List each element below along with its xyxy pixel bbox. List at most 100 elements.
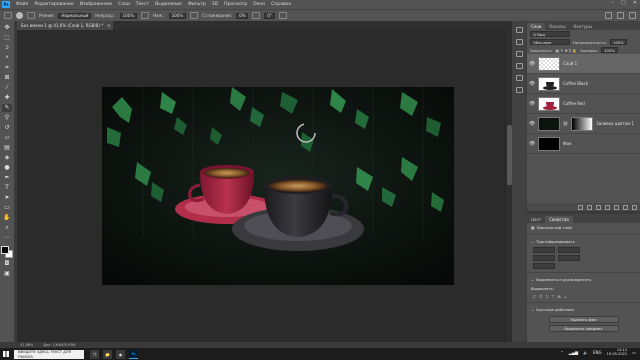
paragraph-panel-icon[interactable] bbox=[515, 75, 523, 81]
symmetry-icon[interactable] bbox=[278, 12, 287, 19]
libraries-panel-icon[interactable] bbox=[515, 63, 523, 69]
healing-tool-icon[interactable]: ✚ bbox=[2, 94, 12, 102]
document-tab[interactable]: Без имени-1 @ 41,6% (Слой 1, RGB/8) * × bbox=[17, 21, 113, 30]
minimize-icon[interactable]: – bbox=[612, 0, 615, 6]
angle-field[interactable]: 0° bbox=[264, 12, 275, 19]
rectangle-tool-icon[interactable]: ▭ bbox=[2, 204, 12, 212]
close-icon[interactable]: ✕ bbox=[633, 0, 637, 6]
start-button[interactable] bbox=[0, 348, 12, 360]
close-tab-icon[interactable]: × bbox=[107, 23, 110, 28]
maximize-icon[interactable]: □ bbox=[621, 0, 626, 6]
layer-opacity-field[interactable]: 100% bbox=[610, 39, 627, 45]
clone-stamp-tool-icon[interactable]: ⚲ bbox=[2, 114, 12, 122]
tool-preset-icon[interactable] bbox=[4, 12, 12, 19]
fill-field[interactable]: 100% bbox=[600, 47, 618, 53]
layer-row[interactable]: 👁 Слой 1 bbox=[527, 54, 640, 74]
tab-properties[interactable]: Свойства bbox=[545, 216, 573, 223]
lock-icons[interactable]: ▦ ✎ ✥ ⌗ 🔒 bbox=[555, 48, 577, 53]
quick-select-tool-icon[interactable]: ⚬ bbox=[2, 54, 12, 62]
task-view-icon[interactable]: ❐ bbox=[90, 349, 99, 359]
clock[interactable]: 13:12 19.05.2021 bbox=[607, 348, 628, 357]
more-tools-icon[interactable]: ⋯ bbox=[2, 234, 12, 242]
layer-filter-select[interactable]: Q Вид bbox=[530, 31, 570, 37]
menu-file[interactable]: Файл bbox=[13, 2, 31, 7]
align-left-icon[interactable]: ⊏ bbox=[533, 294, 536, 299]
brush-tool-icon[interactable]: ✎ bbox=[2, 104, 12, 112]
marquee-tool-icon[interactable]: ⬚ bbox=[2, 34, 12, 42]
menu-view[interactable]: Просмотр bbox=[221, 2, 250, 7]
frame-tool-icon[interactable]: ⊠ bbox=[2, 74, 12, 82]
align-section[interactable]: ⌄ Выровнять и распределить bbox=[527, 275, 640, 284]
tab-layers[interactable]: Слои bbox=[527, 23, 546, 30]
zoom-readout[interactable]: 41,68% bbox=[20, 343, 33, 347]
new-group-icon[interactable] bbox=[614, 204, 619, 210]
tab-color[interactable]: Цвет bbox=[527, 216, 545, 223]
lasso-tool-icon[interactable]: ↄ bbox=[2, 44, 12, 52]
menu-edit[interactable]: Редактирование bbox=[31, 2, 76, 7]
eye-icon[interactable]: 👁 bbox=[529, 61, 535, 67]
transform-section[interactable]: ⌄ Трансформировать bbox=[527, 237, 640, 246]
align-middle-icon[interactable]: ⊞ bbox=[558, 294, 561, 299]
layer-row[interactable]: 👁 Coffee Red bbox=[527, 94, 640, 114]
blend-mode-select[interactable]: Обычные bbox=[530, 39, 570, 45]
layer-row[interactable]: 👁 ⛓ Заливка цветом 1 bbox=[527, 114, 640, 134]
quick-mask-icon[interactable]: ◘ bbox=[2, 260, 12, 268]
taskbar-search[interactable]: Введите здесь текст для поиска bbox=[14, 349, 84, 359]
explorer-icon[interactable]: 📁 bbox=[103, 349, 112, 359]
select-subject-button[interactable]: Выделить предмет bbox=[548, 325, 619, 332]
adjustments-panel-icon[interactable] bbox=[515, 51, 523, 57]
vertical-scrollbar[interactable] bbox=[505, 30, 512, 342]
search-icon[interactable] bbox=[605, 12, 612, 19]
height-field[interactable] bbox=[558, 247, 580, 253]
adjustment-layer-icon[interactable] bbox=[605, 204, 610, 210]
path-select-tool-icon[interactable]: ➤ bbox=[2, 194, 12, 202]
hand-tool-icon[interactable]: ✋ bbox=[2, 214, 12, 222]
history-panel-icon[interactable] bbox=[515, 27, 523, 33]
brush-settings-icon[interactable] bbox=[27, 12, 35, 19]
smoothing-field[interactable]: 0% bbox=[236, 12, 249, 19]
eyedropper-tool-icon[interactable]: ⁄ bbox=[2, 84, 12, 92]
menu-select[interactable]: Выделение bbox=[152, 2, 185, 7]
menu-help[interactable]: Справка bbox=[268, 2, 294, 7]
layer-row[interactable]: 👁 Фон bbox=[527, 134, 640, 154]
pen-tool-icon[interactable]: ✒ bbox=[2, 174, 12, 182]
character-panel-icon[interactable] bbox=[515, 87, 523, 93]
gradient-tool-icon[interactable]: ▤ bbox=[2, 144, 12, 152]
layer-row[interactable]: 👁 Coffee Black bbox=[527, 74, 640, 94]
menu-window[interactable]: Окно bbox=[250, 2, 268, 7]
menu-image[interactable]: Изображение bbox=[77, 2, 115, 7]
y-field[interactable] bbox=[558, 255, 580, 261]
volume-icon[interactable]: 🔈 bbox=[583, 350, 588, 355]
menu-3d[interactable]: 3D bbox=[209, 2, 221, 7]
x-field[interactable] bbox=[533, 255, 555, 261]
align-center-icon[interactable]: ⊓ bbox=[539, 294, 542, 299]
menu-filter[interactable]: Фильтр bbox=[185, 2, 209, 7]
delete-layer-icon[interactable] bbox=[632, 204, 637, 210]
network-icon[interactable]: ▂▄▆ bbox=[569, 350, 578, 355]
eye-icon[interactable]: 👁 bbox=[529, 141, 535, 147]
foreground-color[interactable] bbox=[1, 246, 9, 254]
blur-tool-icon[interactable]: ◈ bbox=[2, 154, 12, 162]
color-swatches[interactable] bbox=[1, 246, 13, 258]
tab-paths[interactable]: Контуры bbox=[569, 23, 595, 30]
crop-tool-icon[interactable]: ⌗ bbox=[2, 64, 12, 72]
width-field[interactable] bbox=[533, 247, 555, 253]
quick-actions-section[interactable]: ⌄ Быстрые действия bbox=[527, 305, 640, 314]
share-icon[interactable] bbox=[629, 12, 636, 19]
menu-type[interactable]: Текст bbox=[133, 2, 152, 7]
document-canvas[interactable] bbox=[102, 87, 454, 285]
dodge-tool-icon[interactable]: ● bbox=[2, 164, 12, 172]
swatches-panel-icon[interactable] bbox=[515, 39, 523, 45]
zoom-tool-icon[interactable]: ⌕ bbox=[2, 224, 12, 232]
smoothing-gear-icon[interactable] bbox=[252, 12, 261, 19]
opacity-field[interactable]: 100% bbox=[119, 12, 137, 19]
browser-icon[interactable]: ◉ bbox=[116, 349, 125, 359]
move-tool-icon[interactable]: ✥ bbox=[2, 24, 12, 32]
type-tool-icon[interactable]: T bbox=[2, 184, 12, 192]
link-layers-icon[interactable] bbox=[578, 204, 583, 210]
menu-layers[interactable]: Слои bbox=[115, 2, 133, 7]
align-top-icon[interactable]: ⊤ bbox=[551, 294, 554, 299]
tray-up-icon[interactable]: ⌃ bbox=[560, 350, 563, 355]
notifications-icon[interactable]: ▭ bbox=[632, 350, 636, 355]
pressure-opacity-icon[interactable] bbox=[141, 12, 149, 19]
